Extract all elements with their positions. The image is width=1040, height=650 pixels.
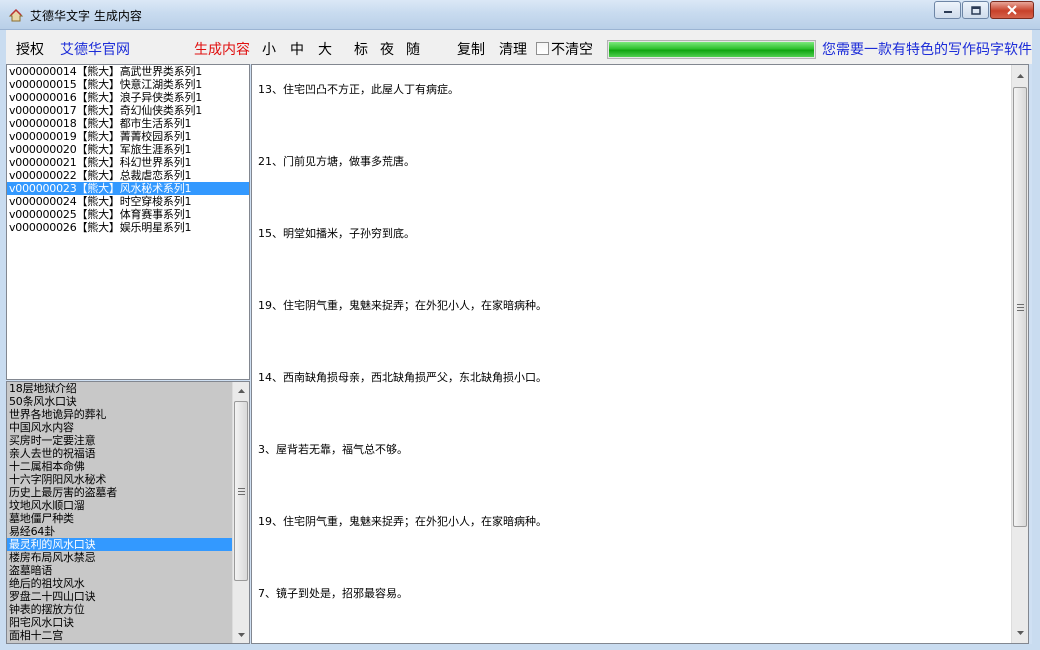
font-size-medium-button[interactable]: 中 — [290, 39, 304, 59]
content-line: 19、住宅阴气重，鬼魅来捉弄；在外犯小人，在家暗病种。 — [258, 515, 547, 528]
list-item[interactable]: v000000016【熊大】浪子异侠类系列1 — [7, 91, 249, 104]
window-frame-right — [1032, 30, 1040, 650]
no-clear-checkbox[interactable] — [536, 42, 549, 55]
scroll-down-arrow[interactable] — [1012, 624, 1028, 641]
list-item[interactable]: 世界各地诡异的葬礼 — [7, 408, 234, 421]
content-line: 19、住宅阴气重，鬼魅来捉弄；在外犯小人，在家暗病种。 — [258, 299, 547, 312]
list-item[interactable]: v000000024【熊大】时空穿梭系列1 — [7, 195, 249, 208]
font-size-small-button[interactable]: 小 — [262, 39, 276, 59]
minimize-icon — [943, 11, 952, 13]
chevron-down-icon — [1016, 630, 1024, 635]
topic-list-scrollbar[interactable] — [232, 382, 249, 643]
content-line: 3、屋背若无靠，福气总不够。 — [258, 443, 408, 456]
content-line: 13、住宅凹凸不方正，此屋人丁有病症。 — [258, 83, 459, 96]
list-item[interactable]: v000000018【熊大】都市生活系列1 — [7, 117, 249, 130]
chevron-up-icon — [1016, 73, 1024, 78]
list-item[interactable]: v000000022【熊大】总裁虐恋系列1 — [7, 169, 249, 182]
no-clear-label[interactable]: 不清空 — [551, 39, 593, 59]
progress-fill — [609, 42, 814, 57]
list-item[interactable]: v000000023【熊大】风水秘术系列1 — [7, 182, 249, 195]
scroll-thumb[interactable] — [234, 401, 248, 581]
list-item[interactable]: v000000020【熊大】军旅生涯系列1 — [7, 143, 249, 156]
list-item[interactable]: v000000019【熊大】菁菁校园系列1 — [7, 130, 249, 143]
list-item[interactable]: 最灵利的风水口诀 — [7, 538, 234, 551]
content-text-area[interactable]: 13、住宅凹凸不方正，此屋人丁有病症。 21、门前见方塘，做事多荒唐。 15、明堂如… — [251, 64, 1029, 644]
list-item[interactable]: v000000015【熊大】快意江湖类系列1 — [7, 78, 249, 91]
list-item[interactable]: 亲人去世的祝福语 — [7, 447, 234, 460]
minimize-button[interactable] — [934, 1, 961, 19]
list-item[interactable]: 钟表的摆放方位 — [7, 603, 234, 616]
clear-button[interactable]: 清理 — [499, 39, 527, 59]
font-size-large-button[interactable]: 大 — [318, 39, 332, 59]
list-item[interactable]: 墓地僵尸种类 — [7, 512, 234, 525]
list-item[interactable]: 坟地风水顺口溜 — [7, 499, 234, 512]
content-line: 7、镜子到处是，招邪最容易。 — [258, 587, 408, 600]
list-item[interactable]: 盗墓暗语 — [7, 564, 234, 577]
category-list[interactable]: v000000014【熊大】高武世界类系列1 v000000015【熊大】快意江湖… — [6, 64, 250, 380]
auth-link[interactable]: 授权 — [16, 39, 44, 59]
scroll-up-arrow[interactable] — [1012, 67, 1028, 84]
scroll-down-arrow[interactable] — [233, 626, 249, 643]
window-frame-bottom — [0, 644, 1040, 650]
promo-link[interactable]: 您需要一款有特色的写作码字软件 — [822, 39, 1032, 59]
chevron-up-icon — [237, 388, 245, 393]
mode-random-button[interactable]: 随 — [406, 39, 420, 59]
list-item[interactable]: 面相十二宫 — [7, 629, 234, 642]
maximize-button[interactable] — [962, 1, 989, 19]
list-item[interactable]: v000000021【熊大】科幻世界系列1 — [7, 156, 249, 169]
copy-button[interactable]: 复制 — [457, 39, 485, 59]
scroll-thumb[interactable] — [1013, 87, 1027, 527]
content-line: 15、明堂如播米，子孙穷到底。 — [258, 227, 415, 240]
content-line: 21、门前见方塘，做事多荒唐。 — [258, 155, 415, 168]
mode-night-button[interactable]: 夜 — [380, 39, 394, 59]
list-item[interactable]: 买房时一定要注意 — [7, 434, 234, 447]
list-item[interactable]: v000000026【熊大】娱乐明星系列1 — [7, 221, 249, 234]
list-item[interactable]: 50条风水口诀 — [7, 395, 234, 408]
list-item[interactable]: v000000017【熊大】奇幻仙侠类系列1 — [7, 104, 249, 117]
list-item[interactable]: 绝后的祖坟风水 — [7, 577, 234, 590]
list-item[interactable]: 中国风水内容 — [7, 421, 234, 434]
list-item[interactable]: 十六字阴阳风水秘术 — [7, 473, 234, 486]
scroll-up-arrow[interactable] — [233, 382, 249, 399]
list-item[interactable]: v000000025【熊大】体育赛事系列1 — [7, 208, 249, 221]
official-site-link[interactable]: 艾德华官网 — [60, 39, 130, 59]
title-bar: 艾德华文字 生成内容 — [0, 0, 1040, 30]
progress-bar — [607, 40, 816, 59]
list-item[interactable]: 十二属相本命佛 — [7, 460, 234, 473]
list-item[interactable]: v000000014【熊大】高武世界类系列1 — [7, 65, 249, 78]
close-icon — [1007, 5, 1017, 15]
list-item[interactable]: 阳宅风水口诀 — [7, 616, 234, 629]
toolbar: 授权 艾德华官网 生成内容 小 中 大 标 夜 随 复制 清理 不清空 您需要一… — [6, 30, 1032, 64]
list-item[interactable]: 楼房布局风水禁忌 — [7, 551, 234, 564]
list-item[interactable]: 罗盘二十四山口诀 — [7, 590, 234, 603]
maximize-icon — [970, 5, 981, 15]
chevron-down-icon — [237, 632, 245, 637]
close-button[interactable] — [990, 1, 1034, 19]
app-icon — [8, 7, 24, 23]
window-title: 艾德华文字 生成内容 — [30, 9, 142, 23]
list-item[interactable]: 18层地狱介绍 — [7, 382, 234, 395]
topic-list[interactable]: 18层地狱介绍 50条风水口诀 世界各地诡异的葬礼 中国风水内容 买房时一定要注意 亲人去… — [6, 381, 250, 644]
mode-standard-button[interactable]: 标 — [354, 39, 368, 59]
list-item[interactable]: 历史上最厉害的盗墓者 — [7, 486, 234, 499]
list-item[interactable]: 易经64卦 — [7, 525, 234, 538]
content-scrollbar[interactable] — [1011, 65, 1028, 643]
generate-button[interactable]: 生成内容 — [194, 39, 250, 59]
content-line: 14、西南缺角损母亲，西北缺角损严父，东北缺角损小口。 — [258, 371, 547, 384]
